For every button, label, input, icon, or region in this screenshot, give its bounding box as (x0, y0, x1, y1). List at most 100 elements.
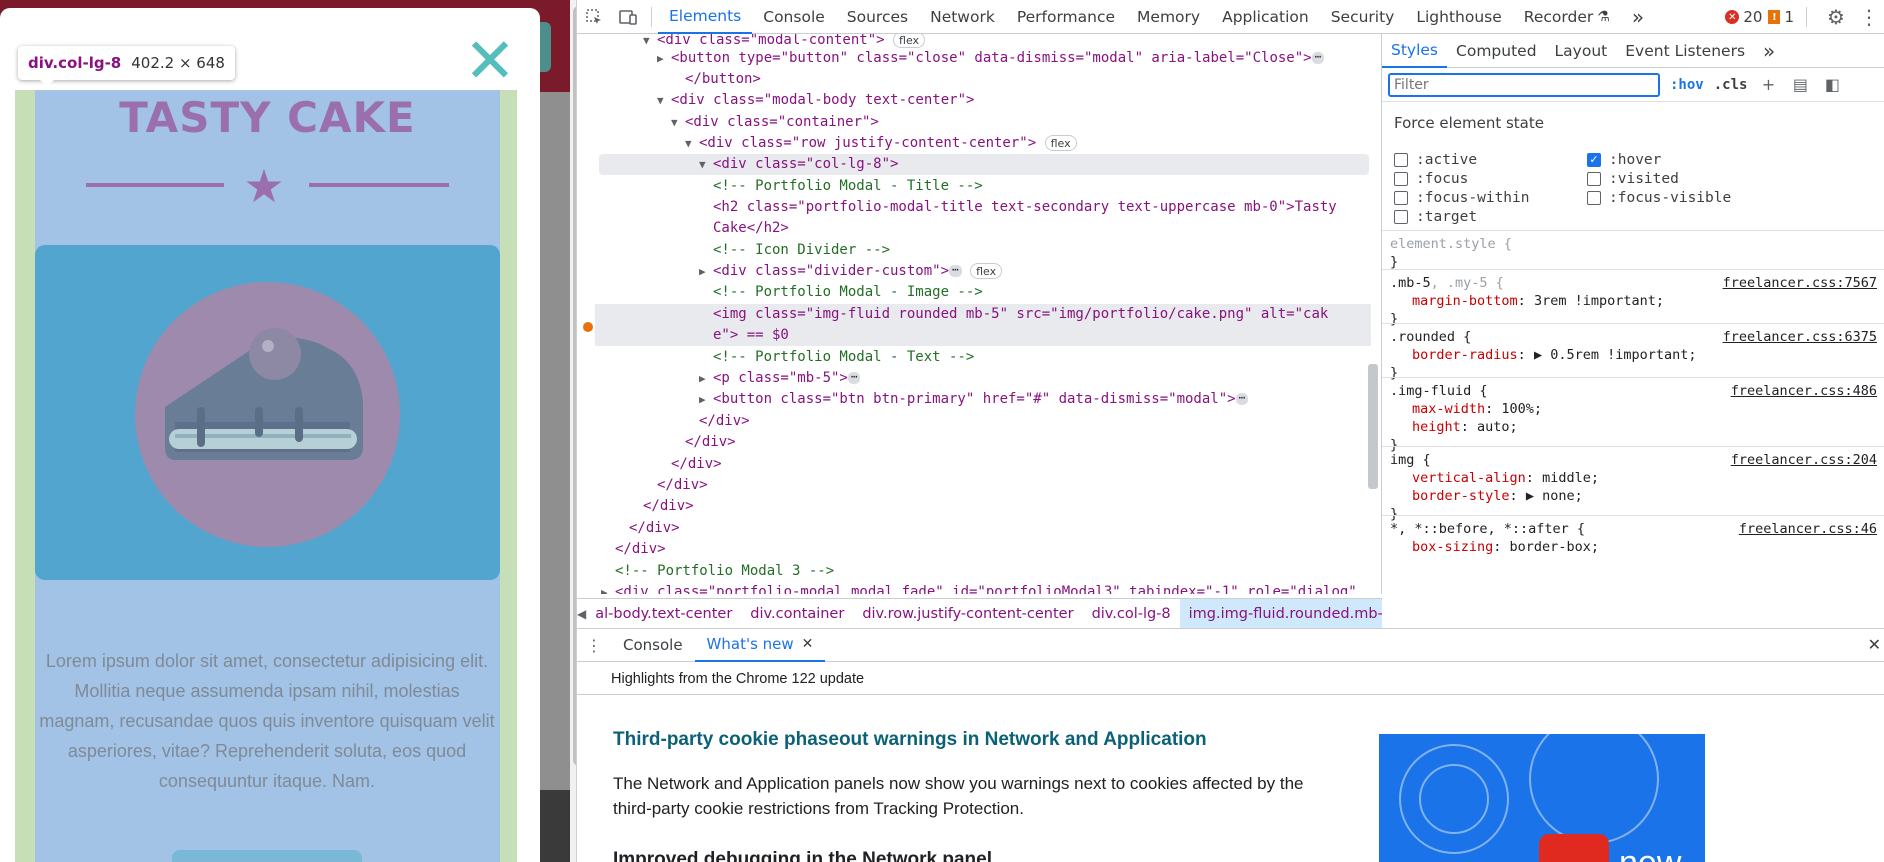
warnings-badge[interactable]: ! 1 (1768, 8, 1794, 26)
dom-node[interactable]: </div> (629, 518, 680, 539)
style-rule-universal[interactable]: *, *::before, *::after { freelancer.css:… (1382, 515, 1884, 560)
breadcrumb-left-arrow-icon[interactable]: ◀ (577, 607, 586, 621)
checkbox-box[interactable] (1394, 172, 1408, 186)
youtube-play-icon[interactable] (1539, 834, 1609, 862)
inspect-element-icon[interactable] (577, 0, 611, 34)
issue-dot-icon[interactable] (583, 322, 593, 332)
modal-close-icon[interactable]: ✕ (464, 30, 516, 92)
dom-node[interactable]: ▶ <div class="portfolio-modal modal fade"… (601, 582, 1357, 594)
tab-sources[interactable]: Sources (836, 0, 919, 34)
property-name[interactable]: margin-bottom (1412, 293, 1518, 309)
add-rule-icon[interactable]: + (1757, 75, 1779, 94)
styles-filter-input[interactable] (1388, 72, 1660, 97)
dom-node[interactable]: ▶ <p class="mb-5"> ⋯ (699, 368, 861, 389)
whats-new-heading-link[interactable]: Third-party cookie phaseout warnings in … (613, 729, 1207, 751)
more-panes-button[interactable]: » (1754, 34, 1784, 68)
rule-source-link[interactable]: freelancer.css:486 (1731, 382, 1877, 400)
whats-new-heading-2[interactable]: Improved debugging in the Network panel (613, 849, 992, 862)
dom-comment[interactable]: <!-- Portfolio Modal 3 --> (615, 561, 834, 582)
tab-recorder[interactable]: Recorder ⚗ (1513, 0, 1621, 34)
tab-performance[interactable]: Performance (1006, 0, 1126, 34)
state-focus-within-checkbox[interactable]: :focus-within (1394, 190, 1530, 206)
property-value[interactable]: auto; (1477, 419, 1518, 435)
hover-state-toggle[interactable]: :hov (1670, 77, 1704, 93)
checkbox-box[interactable] (1394, 191, 1408, 205)
tab-styles[interactable]: Styles (1382, 34, 1448, 68)
checkbox-box[interactable] (1394, 153, 1408, 167)
tab-application[interactable]: Application (1211, 0, 1320, 34)
state-active-checkbox[interactable]: :active (1394, 152, 1477, 168)
dom-tree[interactable]: ▼ <div class="modal-content"> flex ▶ <butt… (577, 34, 1382, 594)
property-name[interactable]: border-radius (1412, 347, 1518, 363)
flex-badge[interactable]: flex (893, 34, 926, 48)
dom-node[interactable]: ▼ <div class="container"> (671, 112, 879, 133)
breadcrumb-item[interactable]: div.container (741, 599, 853, 628)
expand-ellipsis[interactable]: ⋯ (1235, 392, 1249, 405)
dom-comment[interactable]: <!-- Portfolio Modal - Image --> (713, 282, 983, 303)
tab-computed[interactable]: Computed (1447, 34, 1546, 68)
dom-node[interactable]: </div> (685, 432, 736, 453)
property-value[interactable]: ▶ 0.5rem !important; (1534, 347, 1697, 363)
rule-source-link[interactable]: freelancer.css:6375 (1723, 328, 1877, 346)
close-drawer-icon[interactable]: ✕ (1868, 635, 1881, 654)
settings-gear-icon[interactable]: ⚙ (1819, 0, 1853, 34)
tab-elements[interactable]: Elements (658, 0, 753, 34)
tab-memory[interactable]: Memory (1126, 0, 1211, 34)
checkbox-box[interactable] (1394, 210, 1408, 224)
state-focus-visible-checkbox[interactable]: :focus-visible (1587, 190, 1731, 206)
dom-node[interactable]: </button> (685, 69, 761, 90)
property-value[interactable]: 3rem !important; (1534, 293, 1664, 309)
whats-new-video-thumbnail[interactable]: new (1379, 734, 1705, 862)
checkbox-box[interactable] (1587, 191, 1601, 205)
tab-console[interactable]: Console (752, 0, 836, 34)
breadcrumb-item[interactable]: al-body.text-center (586, 599, 741, 628)
property-name[interactable]: vertical-align (1412, 470, 1526, 486)
dom-node[interactable]: ▶ <button type="button" class="close" dat… (657, 48, 1325, 69)
expand-ellipsis[interactable]: ⋯ (949, 264, 962, 277)
dom-comment[interactable]: <!-- Portfolio Modal - Title --> (713, 176, 983, 197)
paint-roller-icon[interactable]: ▤ (1789, 75, 1811, 94)
expand-ellipsis[interactable]: ⋯ (847, 371, 861, 384)
dom-node-h2[interactable]: <h2 class="portfolio-modal-title text-se… (713, 197, 1337, 218)
more-options-icon[interactable]: ⋮ (1859, 0, 1879, 34)
rule-source-link[interactable]: freelancer.css:204 (1731, 451, 1877, 469)
dom-node[interactable]: </div> (699, 411, 750, 432)
breadcrumb-item[interactable]: div.col-lg-8 (1083, 599, 1180, 628)
close-tab-icon[interactable]: ✕ (802, 636, 814, 652)
dom-node-col-lg-8[interactable]: ▼ <div class="col-lg-8"> (599, 154, 1369, 175)
dom-node-h2-cont[interactable]: Cake</h2> (713, 218, 789, 239)
property-name[interactable]: max-width (1412, 401, 1485, 417)
breadcrumb-item-active[interactable]: img.img-fluid.rounded.mb-5 (1179, 599, 1382, 628)
state-hover-checkbox[interactable]: ✓:hover (1587, 152, 1661, 168)
flex-badge[interactable]: flex (1044, 135, 1077, 151)
checkbox-box[interactable] (1587, 172, 1601, 186)
property-value[interactable]: border-box; (1510, 539, 1599, 555)
tab-network[interactable]: Network (919, 0, 1006, 34)
property-name[interactable]: box-sizing (1412, 539, 1493, 555)
dom-node[interactable]: ▼ <div class="modal-body text-center"> (657, 90, 974, 111)
dom-scrollbar-thumb[interactable] (1368, 364, 1378, 489)
dom-node[interactable]: </div> (615, 539, 666, 560)
sidebar-toggle-icon[interactable]: ◧ (1821, 75, 1843, 94)
tab-layout[interactable]: Layout (1546, 34, 1617, 68)
more-tabs-button[interactable]: » (1621, 0, 1655, 34)
property-value[interactable]: ▶ none; (1526, 488, 1583, 504)
flex-badge[interactable]: flex (970, 263, 1003, 279)
dom-node[interactable]: </div> (657, 475, 708, 496)
property-value[interactable]: middle; (1542, 470, 1599, 486)
class-toggle[interactable]: .cls (1714, 77, 1748, 93)
dom-node[interactable]: ▶ <div class="divider-custom"> ⋯ flex (699, 261, 1003, 282)
device-toolbar-icon[interactable] (611, 0, 645, 34)
dom-node[interactable]: </div> (643, 496, 694, 517)
dom-scrollbar[interactable] (1366, 42, 1378, 594)
rule-source-link[interactable]: freelancer.css:46 (1739, 520, 1877, 538)
state-visited-checkbox[interactable]: :visited (1587, 171, 1679, 187)
checkbox-box-checked[interactable]: ✓ (1587, 153, 1601, 167)
breadcrumb-item[interactable]: div.row.justify-content-center (853, 599, 1082, 628)
dom-comment[interactable]: <!-- Portfolio Modal - Text --> (713, 347, 974, 368)
state-focus-checkbox[interactable]: :focus (1394, 171, 1468, 187)
dom-node[interactable]: </div> (671, 454, 722, 475)
property-name[interactable]: height (1412, 419, 1461, 435)
dom-node[interactable]: ▼ <div class="row justify-content-center"… (685, 133, 1077, 154)
drawer-tab-console[interactable]: Console (611, 629, 695, 662)
